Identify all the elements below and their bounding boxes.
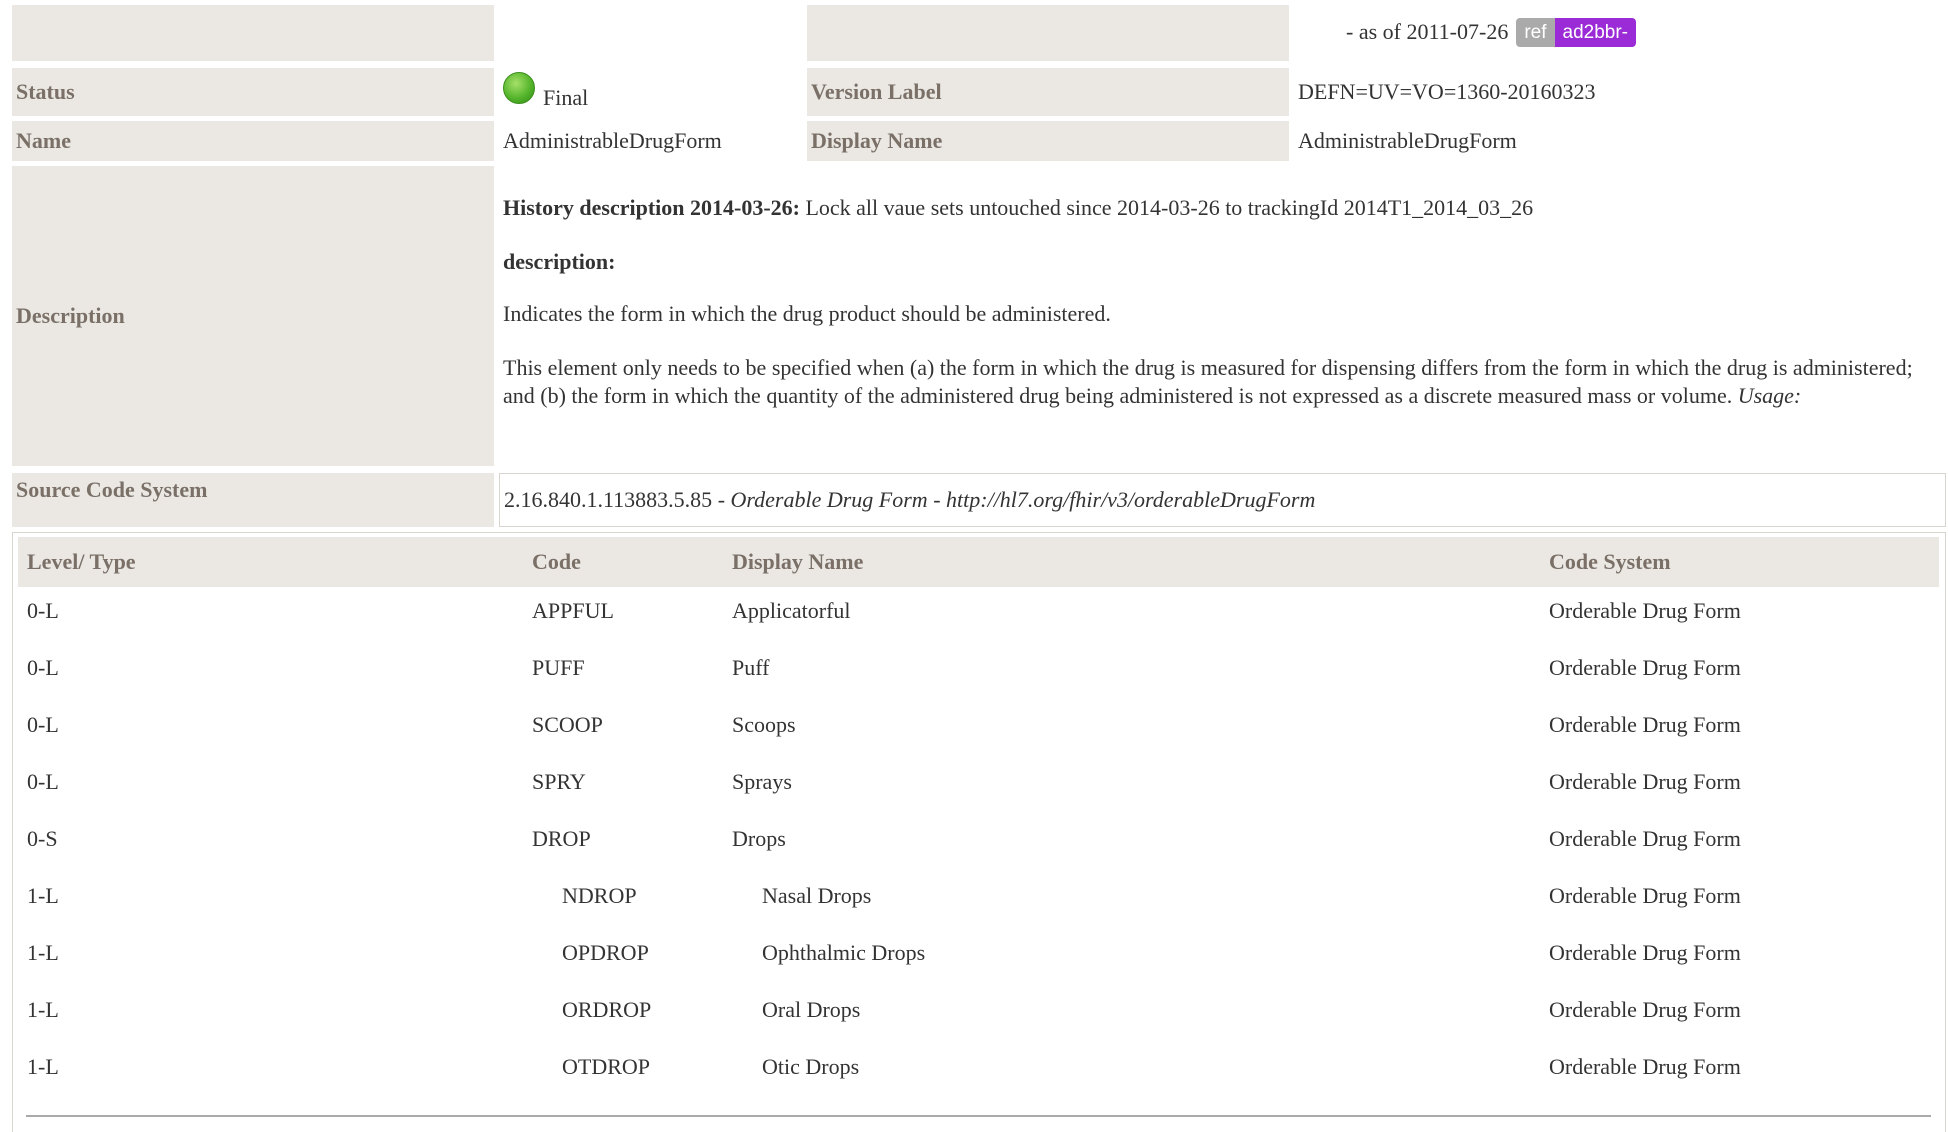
cell-level: 1-L	[27, 883, 59, 908]
cell-code-system: Orderable Drug Form	[1549, 769, 1741, 794]
name-value: AdministrableDrugForm	[503, 128, 722, 153]
description-paragraph-1: Indicates the form in which the drug pro…	[503, 301, 1111, 326]
cell-display-name: Nasal Drops	[762, 883, 872, 908]
cell-code-system: Orderable Drug Form	[1549, 940, 1741, 965]
as-of-header: - as of 2011-07-26 ref ad2bbr-	[1346, 12, 1637, 52]
display-name-label: Display Name	[807, 121, 1289, 161]
cell-level: 1-L	[27, 997, 59, 1022]
cell-level: 0-L	[27, 712, 59, 737]
cell-level: 1-L	[27, 940, 59, 965]
header-blank-right	[807, 5, 1289, 61]
cell-code: NDROP	[562, 883, 637, 908]
cell-display-name: Scoops	[732, 712, 796, 737]
cell-display-name: Ophthalmic Drops	[762, 940, 926, 965]
source-code-system-value: 2.16.840.1.113883.5.85 - Orderable Drug …	[499, 473, 1946, 527]
cell-code: DROP	[532, 826, 591, 851]
source-sep-2: -	[927, 487, 947, 512]
column-header-code-system[interactable]: Code System	[1549, 537, 1671, 587]
cell-level: 0-L	[27, 655, 59, 680]
history-description: History description 2014-03-26: Lock all…	[503, 194, 1533, 222]
cell-level: 0-L	[27, 598, 59, 623]
description-label: Description	[12, 166, 494, 466]
table-row[interactable]: 0-L APPFUL Applicatorful Orderable Drug …	[18, 582, 1939, 639]
source-system-url[interactable]: http://hl7.org/fhir/v3/orderableDrugForm	[946, 487, 1315, 513]
table-row[interactable]: 1-L OPDROP Ophthalmic Drops Orderable Dr…	[18, 924, 1939, 981]
table-row[interactable]: 0-S DROP Drops Orderable Drug Form	[18, 810, 1939, 867]
status-text: Final	[543, 85, 589, 110]
description-heading-text: description:	[503, 249, 616, 274]
source-system-name: Orderable Drug Form	[730, 487, 928, 512]
cell-display-name: Applicatorful	[732, 598, 851, 623]
header-blank-left	[12, 5, 494, 61]
history-text: Lock all vaue sets untouched since 2014-…	[799, 195, 1534, 220]
ref-badge: ref	[1516, 17, 1555, 47]
cell-code: OPDROP	[562, 940, 649, 965]
history-heading: History description 2014-03-26:	[503, 195, 800, 220]
table-bottom-divider	[26, 1115, 1931, 1117]
description-paragraph-2: This element only needs to be specified …	[503, 354, 1913, 410]
cell-display-name: Puff	[732, 655, 770, 680]
status-final-dot-icon	[503, 72, 535, 104]
source-oid: 2.16.840.1.113883.5.85	[504, 487, 713, 512]
table-row[interactable]: 1-L NDROP Nasal Drops Orderable Drug For…	[18, 867, 1939, 924]
table-row[interactable]: 0-L SCOOP Scoops Orderable Drug Form	[18, 696, 1939, 753]
table-row[interactable]: 0-L SPRY Sprays Orderable Drug Form	[18, 753, 1939, 810]
as-of-date: - as of 2011-07-26	[1346, 19, 1509, 44]
cell-display-name: Sprays	[732, 769, 792, 794]
cell-code: SCOOP	[532, 712, 603, 737]
table-header-row: Level/ Type Code Display Name Code Syste…	[18, 537, 1939, 587]
ref-code-badge[interactable]: ad2bbr-	[1554, 17, 1637, 47]
cell-code: APPFUL	[532, 598, 614, 623]
cell-display-name: Otic Drops	[762, 1054, 860, 1079]
cell-display-name: Drops	[732, 826, 786, 851]
table-row[interactable]: 0-L PUFF Puff Orderable Drug Form	[18, 639, 1939, 696]
cell-code-system: Orderable Drug Form	[1549, 997, 1741, 1022]
status-label: Status	[12, 68, 494, 116]
table-row[interactable]: 1-L OTDROP Otic Drops Orderable Drug For…	[18, 1038, 1939, 1095]
description-heading: description:	[503, 248, 615, 276]
cell-level: 0-L	[27, 769, 59, 794]
cell-code-system: Orderable Drug Form	[1549, 598, 1741, 623]
column-header-code[interactable]: Code	[532, 537, 581, 587]
version-label-value: DEFN=UV=VO=1360-20160323	[1298, 79, 1596, 104]
version-label-label: Version Label	[807, 68, 1289, 116]
usage-label: Usage:	[1737, 383, 1802, 408]
cell-display-name: Oral Drops	[762, 997, 861, 1022]
cell-code-system: Orderable Drug Form	[1549, 655, 1741, 680]
column-header-level-type[interactable]: Level/ Type	[27, 537, 136, 587]
cell-code: PUFF	[532, 655, 585, 680]
source-sep-1: -	[712, 487, 731, 512]
cell-code-system: Orderable Drug Form	[1549, 712, 1741, 737]
display-name-value: AdministrableDrugForm	[1298, 128, 1517, 153]
description-paragraph-2-text: This element only needs to be specified …	[503, 355, 1913, 408]
cell-code-system: Orderable Drug Form	[1549, 1054, 1741, 1079]
cell-code: SPRY	[532, 769, 586, 794]
cell-code: ORDROP	[562, 997, 652, 1022]
status-value: Final	[503, 68, 588, 116]
table-row[interactable]: 1-L ORDROP Oral Drops Orderable Drug For…	[18, 981, 1939, 1038]
source-code-system-label: Source Code System	[12, 473, 494, 527]
name-label: Name	[12, 121, 494, 161]
cell-level: 0-S	[27, 826, 58, 851]
cell-level: 1-L	[27, 1054, 59, 1079]
cell-code-system: Orderable Drug Form	[1549, 883, 1741, 908]
cell-code: OTDROP	[562, 1054, 651, 1079]
column-header-display-name[interactable]: Display Name	[732, 537, 863, 587]
cell-code-system: Orderable Drug Form	[1549, 826, 1741, 851]
